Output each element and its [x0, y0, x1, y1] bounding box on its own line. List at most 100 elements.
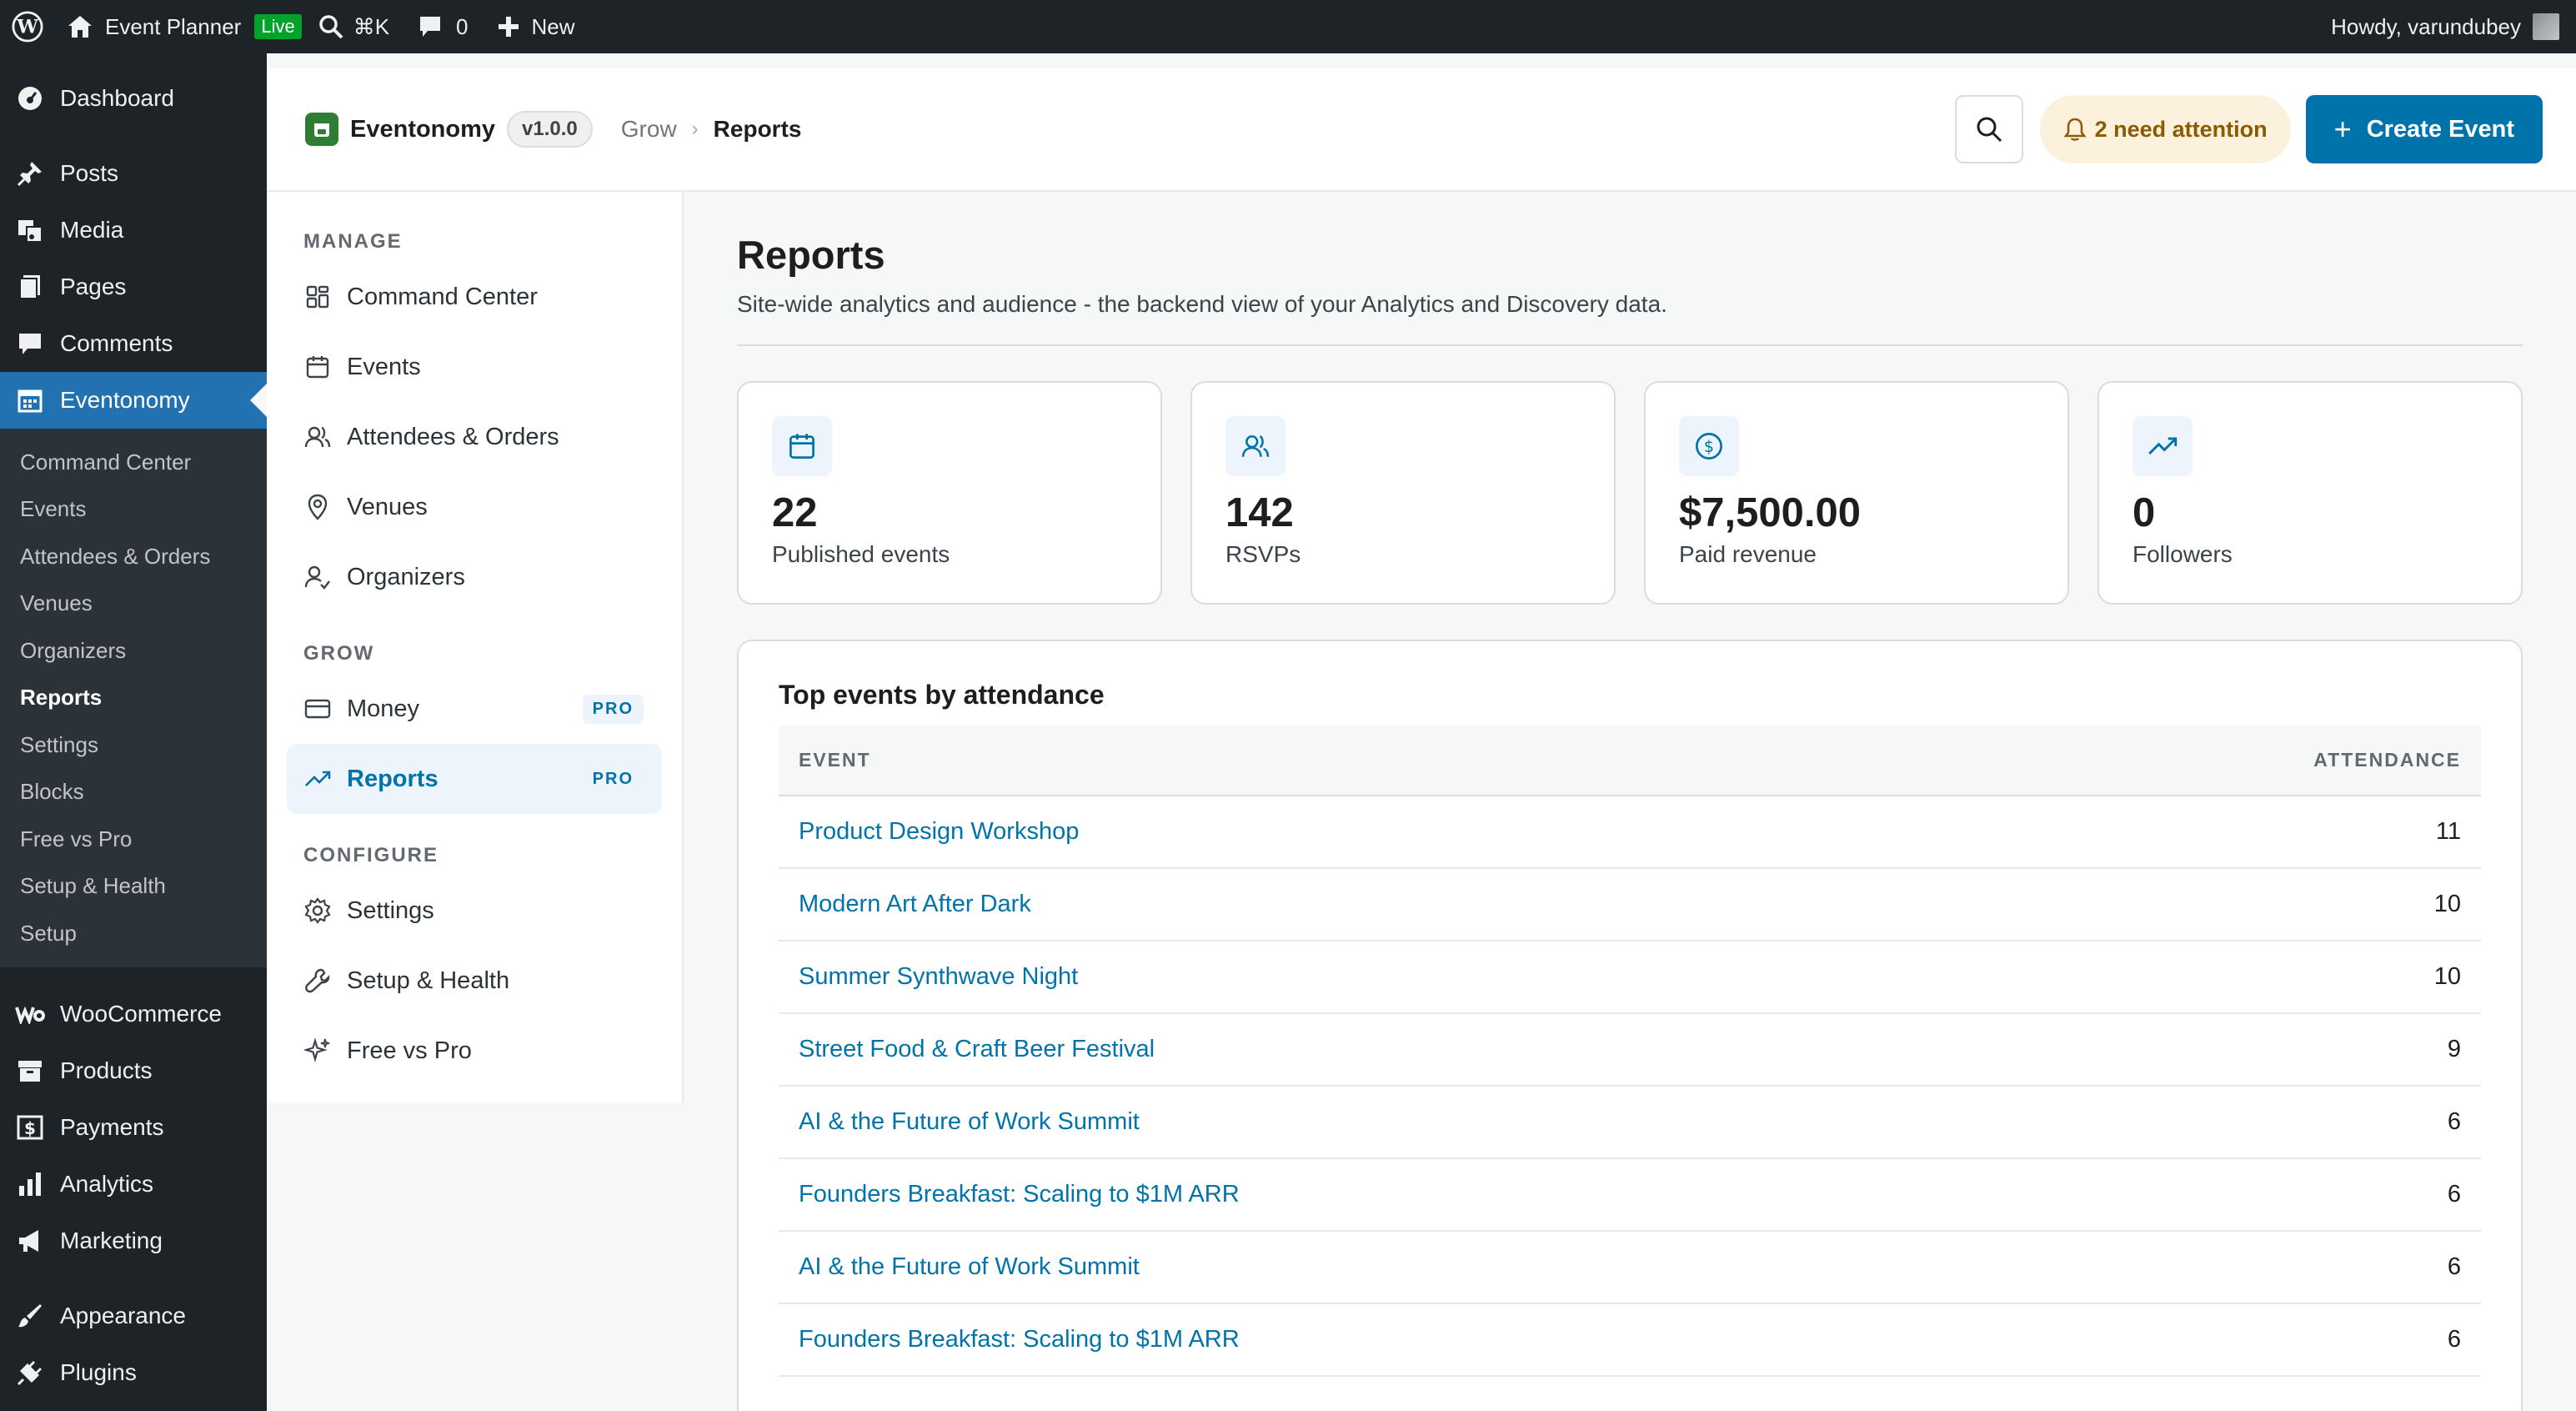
top-events-title: Top events by attendance [779, 680, 1105, 710]
nav-item-setup-health[interactable]: Setup & Health [287, 946, 662, 1016]
nav-section-manage: MANAGE [303, 230, 403, 253]
nav-item-free-vs-pro[interactable]: Free vs Pro [287, 1016, 662, 1086]
avatar [2533, 13, 2559, 40]
event-link[interactable]: Product Design Workshop [799, 818, 1079, 845]
event-link[interactable]: Founders Breakfast: Scaling to $1M ARR [799, 1326, 1240, 1353]
users-icon [303, 423, 332, 451]
menu-eventonomy[interactable]: Eventonomy [0, 372, 267, 429]
menu-analytics[interactable]: Analytics [0, 1156, 267, 1213]
table-row: AI & the Future of Work Summit 6 [779, 1231, 2481, 1304]
submenu-events[interactable]: Events [0, 486, 267, 534]
trending-up-icon [2132, 416, 2193, 476]
page-description: Site-wide analytics and audience - the b… [737, 291, 1667, 317]
submenu-attendees-orders[interactable]: Attendees & Orders [0, 533, 267, 580]
menu-appearance[interactable]: Appearance [0, 1288, 267, 1344]
header-search-button[interactable] [1954, 95, 2023, 163]
megaphone-icon [13, 1224, 47, 1258]
submenu-reports[interactable]: Reports [0, 675, 267, 722]
table-row: Summer Synthwave Night 10 [779, 941, 2481, 1014]
event-link[interactable]: Street Food & Craft Beer Festival [799, 1036, 1155, 1062]
attendance-value: 9 [2003, 1013, 2481, 1087]
new-label: New [531, 13, 575, 39]
trending-up-icon [303, 765, 332, 793]
table-header-row: EVENT ATTENDANCE [779, 726, 2481, 796]
media-icon [13, 213, 47, 247]
site-name: Event Planner [105, 13, 242, 39]
top-events-table: EVENT ATTENDANCE Product Design Workshop… [779, 726, 2481, 1377]
menu-marketing[interactable]: Marketing [0, 1213, 267, 1269]
event-link[interactable]: Modern Art After Dark [799, 891, 1031, 917]
nav-item-attendees-orders[interactable]: Attendees & Orders [287, 402, 662, 472]
breadcrumb-chevron-icon: › [691, 118, 699, 140]
svg-text:W: W [16, 17, 38, 38]
nav-money-label: Money [347, 695, 420, 722]
menu-products[interactable]: Products [0, 1042, 267, 1099]
submenu-command-center[interactable]: Command Center [0, 439, 267, 486]
event-link[interactable]: AI & the Future of Work Summit [799, 1253, 1140, 1280]
submenu-setup-health[interactable]: Setup & Health [0, 863, 267, 911]
menu-comments[interactable]: Comments [0, 315, 267, 372]
submenu-setup[interactable]: Setup [0, 910, 267, 957]
nav-setup-health-label: Setup & Health [347, 967, 510, 994]
archive-box-icon [13, 1054, 47, 1087]
menu-plugins[interactable]: Plugins [0, 1344, 267, 1401]
event-link[interactable]: AI & the Future of Work Summit [799, 1108, 1140, 1135]
menu-posts-label: Posts [60, 160, 119, 186]
create-event-button[interactable]: + Create Event [2305, 95, 2543, 163]
bell-icon [2063, 118, 2087, 141]
main-content: Reports Site-wide analytics and audience… [737, 192, 2523, 1411]
event-link[interactable]: Summer Synthwave Night [799, 963, 1078, 990]
nav-events-label: Events [347, 353, 421, 380]
menu-plugins-label: Plugins [60, 1358, 137, 1385]
menu-payments[interactable]: $ Payments [0, 1099, 267, 1156]
woocommerce-logo-icon [13, 997, 47, 1031]
breadcrumb-grow[interactable]: Grow [621, 116, 677, 143]
stat-card-published-events: 22 Published events [737, 381, 1162, 605]
bar-chart-icon [13, 1167, 47, 1201]
menu-posts[interactable]: Posts [0, 145, 267, 202]
stat-label: Published events [772, 541, 950, 567]
menu-appearance-label: Appearance [60, 1302, 187, 1328]
menu-payments-label: Payments [60, 1113, 164, 1140]
wp-admin-menu: Dashboard Posts Media Pages Comments Eve… [0, 53, 267, 1411]
menu-pages[interactable]: Pages [0, 259, 267, 315]
menu-media[interactable]: Media [0, 202, 267, 259]
menu-dashboard[interactable]: Dashboard [0, 70, 267, 127]
nav-item-events[interactable]: Events [287, 332, 662, 402]
submenu-free-vs-pro[interactable]: Free vs Pro [0, 816, 267, 863]
nav-item-command-center[interactable]: Command Center [287, 262, 662, 332]
nav-free-vs-pro-label: Free vs Pro [347, 1037, 472, 1064]
comments-link[interactable]: 0 [418, 0, 469, 53]
submenu-settings[interactable]: Settings [0, 721, 267, 769]
search-icon [1977, 117, 2002, 143]
new-content-link[interactable]: New [497, 0, 575, 53]
attention-button[interactable]: 2 need attention [2039, 95, 2291, 163]
svg-text:$: $ [1704, 437, 1714, 456]
nav-section-configure: CONFIGURE [303, 844, 439, 866]
submenu-blocks[interactable]: Blocks [0, 769, 267, 816]
submenu-organizers[interactable]: Organizers [0, 627, 267, 675]
menu-woocommerce[interactable]: WooCommerce [0, 986, 267, 1042]
account-menu[interactable]: Howdy, varundubey [2331, 0, 2559, 53]
nav-item-organizers[interactable]: Organizers [287, 542, 662, 612]
nav-item-settings[interactable]: Settings [287, 876, 662, 946]
event-link[interactable]: Founders Breakfast: Scaling to $1M ARR [799, 1181, 1240, 1208]
brand-name: Eventonomy [350, 115, 496, 143]
wordpress-logo-icon[interactable]: W [12, 0, 43, 53]
nav-item-venues[interactable]: Venues [287, 472, 662, 542]
attendance-value: 10 [2003, 868, 2481, 942]
breadcrumb-current: Reports [713, 116, 802, 142]
stat-value: 0 [2132, 490, 2156, 535]
nav-item-reports[interactable]: Reports PRO [287, 744, 662, 814]
stat-card-paid-revenue: $ $7,500.00 Paid revenue [1644, 381, 2069, 605]
plugin-header: Eventonomy v1.0.0 Grow › Reports 2 need … [267, 68, 2576, 192]
admin-search-button[interactable]: ⌘K [318, 0, 389, 53]
table-row: Founders Breakfast: Scaling to $1M ARR 6 [779, 1158, 2481, 1232]
submenu-venues[interactable]: Venues [0, 580, 267, 628]
menu-dashboard-label: Dashboard [60, 85, 174, 111]
nav-item-money[interactable]: Money PRO [287, 674, 662, 744]
attendance-value: 6 [2003, 1158, 2481, 1232]
site-home-link[interactable]: Event Planner Live [67, 0, 302, 53]
comments-count: 0 [456, 13, 469, 39]
wp-admin-bar: W Event Planner Live ⌘K 0 New Howdy, var… [0, 0, 2576, 53]
